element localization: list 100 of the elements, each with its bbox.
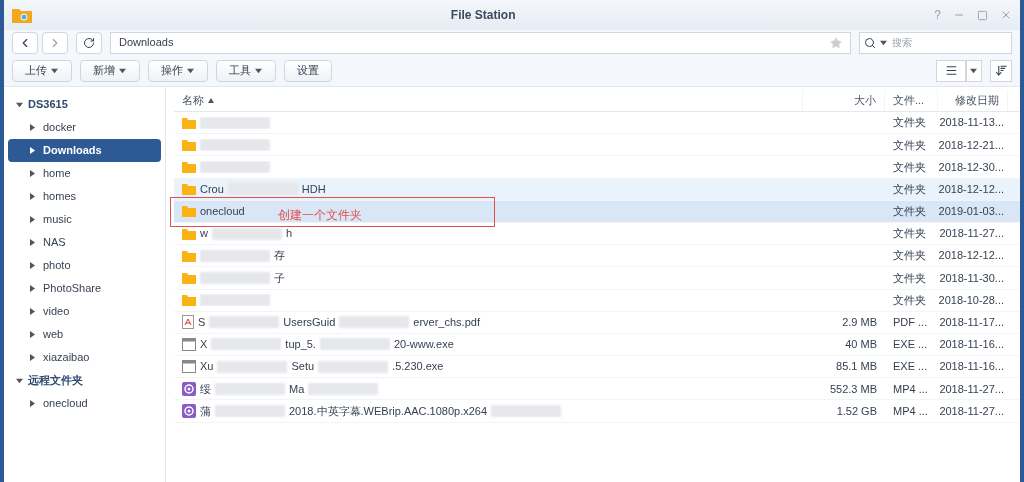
date-cell-text: 2018-10-28... — [938, 292, 1005, 308]
date-cell-text: 2018-11-13... — [938, 115, 1005, 131]
search-field[interactable]: 搜索 — [859, 31, 1012, 54]
file-row[interactable]: 绥 Ma 552.3 MB MP4 ... 2018-11-27... — [174, 378, 1020, 401]
file-row[interactable]: 文件夹 2018-10-28... — [174, 289, 1020, 312]
date-cell-text: 2018-12-12... — [938, 181, 1005, 197]
file-row[interactable]: 蒲 2018.中英字幕.WEBrip.AAC.1080p.x264 1.52 GB MP4 ... 2018-11-27... — [174, 400, 1020, 423]
list-view-button[interactable] — [936, 59, 966, 82]
toolbar-button[interactable]: 操作 — [148, 59, 208, 82]
file-row[interactable]: Crou HDH 文件夹 2018-12-12... — [174, 178, 1020, 201]
expand-icon[interactable] — [30, 216, 35, 223]
file-name: .5.230.exe — [392, 359, 444, 375]
tree-item[interactable]: web — [8, 323, 161, 346]
expand-icon[interactable] — [30, 239, 35, 246]
caret-icon — [255, 67, 263, 74]
file-row[interactable]: 子 文件夹 2018-11-30... — [174, 267, 1020, 290]
expand-icon[interactable] — [30, 262, 35, 269]
path-field[interactable]: Downloads — [110, 31, 851, 54]
folder-icon — [182, 160, 196, 173]
date-cell-text: 2018-12-30... — [938, 159, 1005, 175]
tree-item[interactable]: video — [8, 300, 161, 323]
file-row[interactable]: X tup_5. 20-www.exe 40 MB EXE ... 2018-11-16... — [174, 333, 1020, 357]
toolbar-button[interactable]: 新增 — [80, 59, 140, 82]
column-header[interactable]: 文件... — [885, 90, 938, 111]
date-cell-text: 2018-11-27... — [938, 403, 1005, 419]
blurred-text — [200, 294, 270, 307]
date-cell-text: 2018-11-27... — [938, 226, 1005, 242]
date-cell-text: 2018-11-17... — [938, 315, 1005, 331]
type-cell-text: MP4 ... — [892, 381, 929, 397]
blurred-text — [215, 382, 285, 395]
expand-icon[interactable] — [30, 170, 35, 177]
back-button[interactable] — [12, 31, 38, 54]
file-name: onecloud — [200, 204, 245, 220]
file-name: 绥 — [200, 381, 211, 397]
folder-search-icon — [12, 7, 32, 23]
refresh-icon — [83, 36, 95, 49]
size-cell-text: 1.52 GB — [835, 403, 878, 419]
folder-icon — [182, 294, 196, 307]
file-row[interactable]: w h 文件夹 2018-11-27... — [174, 222, 1020, 246]
caret-icon — [16, 377, 24, 384]
file-name: h — [285, 226, 293, 242]
file-name: Ma — [289, 381, 305, 397]
expand-icon[interactable] — [30, 308, 35, 315]
file-name: UsersGuid — [283, 315, 336, 331]
type-cell-text: 文件夹 — [892, 248, 927, 264]
type-cell-text: 文件夹 — [892, 159, 927, 175]
date-cell-text: 2019-01-03... — [938, 204, 1005, 220]
search-icon[interactable] — [864, 36, 876, 49]
caret-icon — [187, 67, 195, 74]
toolbar-button[interactable]: 上传 — [12, 59, 72, 82]
expand-icon[interactable] — [30, 285, 35, 292]
column-header[interactable]: 名称 — [174, 90, 803, 111]
tree-item[interactable]: Downloads — [8, 139, 161, 162]
sort-button[interactable] — [990, 59, 1012, 82]
video-icon — [182, 381, 196, 396]
view-menu-button[interactable] — [966, 59, 982, 82]
column-header[interactable]: 大小 — [803, 90, 885, 111]
folder-icon — [182, 138, 196, 151]
file-name: S — [198, 315, 206, 331]
file-row[interactable]: S UsersGuid erver_chs.pdf 2.9 MB PDF ... 2018-11-17... — [174, 311, 1020, 334]
tree-item[interactable]: PhotoShare — [8, 277, 161, 300]
star-icon[interactable] — [830, 36, 842, 49]
tree-item[interactable]: xiazaibao — [8, 346, 161, 369]
date-cell-text: 2018-12-21... — [938, 137, 1005, 153]
file-row[interactable]: 文件夹 2018-11-13... — [174, 112, 1020, 135]
toolbar-button[interactable]: 设置 — [284, 59, 332, 82]
file-row[interactable]: 文件夹 2018-12-30... — [174, 156, 1020, 179]
toolbar-button[interactable]: 工具 — [216, 59, 276, 82]
file-row[interactable]: 文件夹 2018-12-21... — [174, 134, 1020, 157]
blurred-text — [200, 271, 270, 284]
size-cell-text: 2.9 MB — [841, 315, 878, 331]
file-name: 子 — [274, 270, 285, 286]
expand-icon[interactable] — [30, 193, 35, 200]
date-cell-text: 2018-11-16... — [938, 359, 1005, 375]
expand-icon[interactable] — [30, 147, 35, 154]
sort-icon — [994, 64, 1008, 77]
expand-icon[interactable] — [30, 331, 35, 338]
column-header[interactable]: 修改日期 — [938, 90, 1008, 111]
tree-item[interactable]: NAS — [8, 231, 161, 254]
tree-group[interactable]: DS3615 — [8, 93, 161, 116]
file-row[interactable]: 存 文件夹 2018-12-12... — [174, 245, 1020, 268]
blurred-text — [217, 360, 288, 373]
file-name: tup_5. — [285, 337, 316, 353]
search-input[interactable]: 搜索 — [892, 35, 992, 50]
refresh-button[interactable] — [76, 31, 102, 54]
tree-item[interactable]: onecloud — [8, 392, 161, 415]
expand-icon[interactable] — [30, 354, 35, 361]
file-row[interactable]: Xu Setu .5.230.exe 85.1 MB EXE ... 2018-11-16... — [174, 356, 1020, 379]
tree-item[interactable]: homes — [8, 185, 161, 208]
tree-group[interactable]: 远程文件夹 — [8, 369, 161, 392]
tree-item[interactable]: music — [8, 208, 161, 231]
window-icon — [182, 360, 196, 374]
tree-item[interactable]: docker — [8, 116, 161, 139]
expand-icon[interactable] — [30, 400, 35, 407]
file-name: 存 — [274, 248, 285, 264]
tree-item[interactable]: photo — [8, 254, 161, 277]
folder-icon — [182, 116, 196, 129]
expand-icon[interactable] — [30, 124, 35, 131]
sort-arrow-icon — [208, 98, 214, 103]
tree-item[interactable]: home — [8, 162, 161, 185]
